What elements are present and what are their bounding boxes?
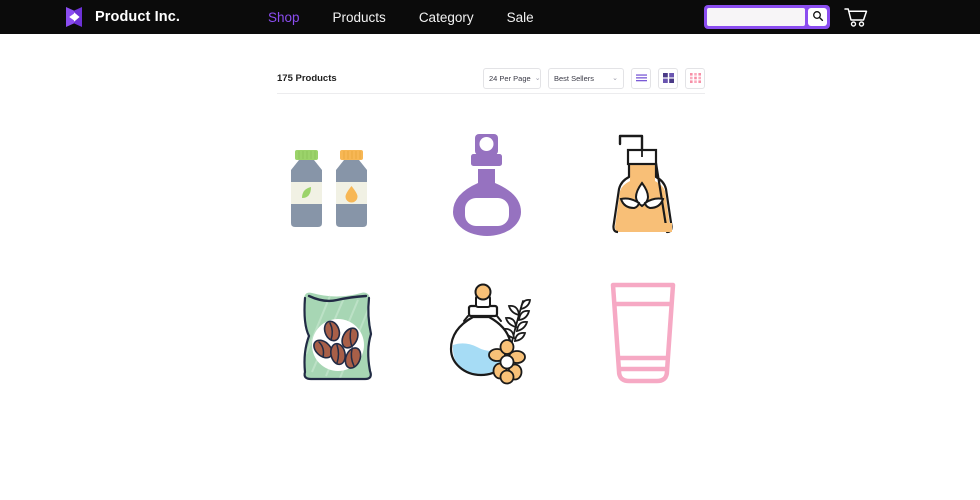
nav-link-products[interactable]: Products [333,10,386,25]
main-nav: Shop Products Category Sale [268,0,534,34]
search-button[interactable] [808,8,827,26]
purple-flask-icon [437,128,542,243]
sort-select[interactable]: Best Sellers ⌄ [548,67,624,89]
shopping-cart-icon [843,8,869,31]
product-card-soap-dispenser[interactable] [566,105,719,265]
toolbar-controls: 24 Per Page ⌄ Best Sellers ⌄ [483,67,705,89]
product-card-twin-bottles[interactable] [260,105,413,265]
brand[interactable]: Product Inc. [63,0,180,34]
nav-link-shop[interactable]: Shop [268,10,300,25]
brand-name: Product Inc. [95,9,180,25]
coffee-pouch-icon [282,278,392,393]
compact-grid-view-icon [689,71,701,86]
per-page-select[interactable]: 24 Per Page ⌄ [483,67,541,89]
cart-button[interactable] [843,6,869,28]
nav-link-sale[interactable]: Sale [507,10,534,25]
grid-view-button[interactable] [658,67,678,89]
blue-potion-bottle-icon [435,279,545,392]
chevron-down-icon: ⌄ [534,74,541,82]
brand-logo-icon [63,5,85,29]
twin-bottles-icon [281,127,393,244]
chevron-down-icon: ⌄ [612,74,618,82]
search-input[interactable] [707,8,805,26]
search-icon [812,10,824,25]
per-page-value: 24 Per Page [489,73,531,83]
compact-grid-view-button[interactable] [685,67,705,89]
product-count: 175 Products [277,72,337,84]
product-card-purple-flask[interactable] [413,105,566,265]
soap-dispenser-icon [590,127,695,244]
page-content: 175 Products 24 Per Page ⌄ Best Sellers … [0,34,980,500]
cosmetic-tube-icon [593,277,693,394]
toolbar-divider [277,93,705,94]
product-grid [260,105,720,405]
product-card-coffee-pouch[interactable] [260,265,413,405]
product-card-blue-potion-bottle[interactable] [413,265,566,405]
nav-link-category[interactable]: Category [419,10,474,25]
list-view-icon [635,71,647,86]
site-header: Product Inc. Shop Products Category Sale [0,0,980,34]
product-toolbar: 175 Products 24 Per Page ⌄ Best Sellers … [277,64,705,92]
search-bar [704,5,830,29]
product-card-cosmetic-tube[interactable] [566,265,719,405]
list-view-button[interactable] [631,67,651,89]
grid-view-icon [662,71,674,86]
sort-value: Best Sellers [554,73,595,83]
